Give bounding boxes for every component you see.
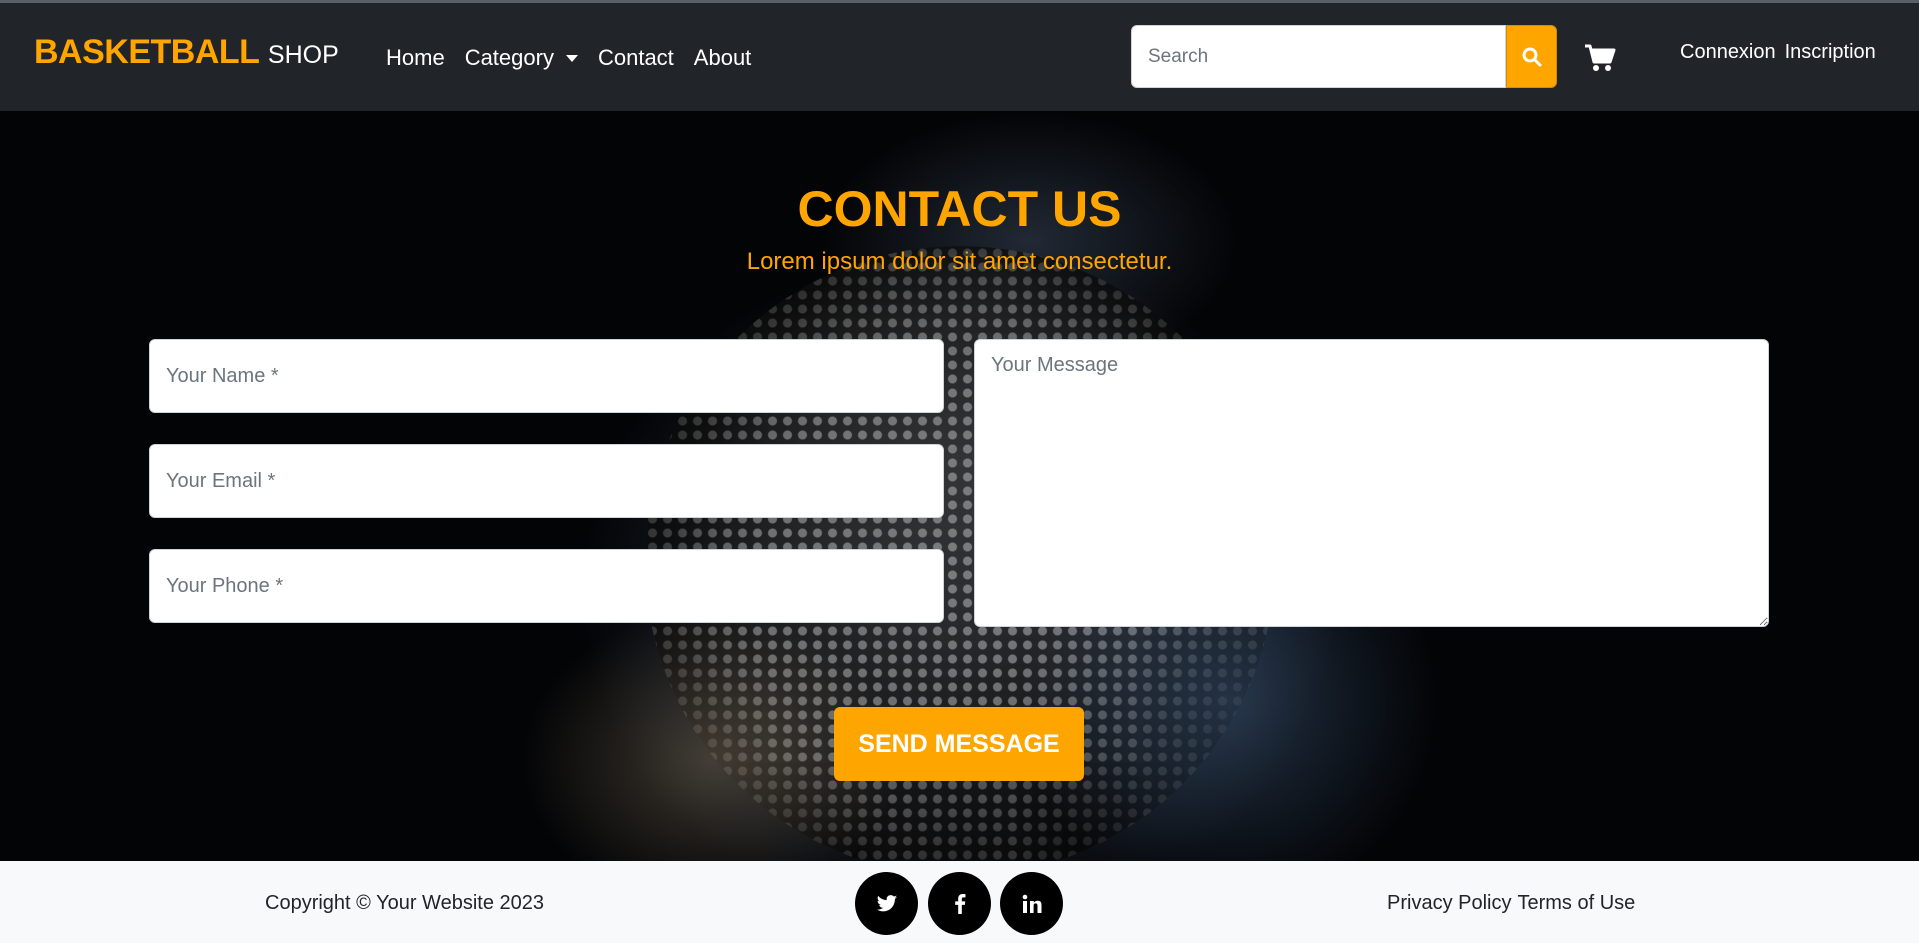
page-subtitle: Lorem ipsum dolor sit amet consectetur. — [746, 248, 1173, 275]
login-link[interactable]: Connexion — [1680, 41, 1776, 64]
phone-field[interactable] — [149, 549, 944, 623]
copyright-text: Copyright © Your Website 2023 — [265, 892, 544, 914]
linkedin-button[interactable] — [1000, 872, 1063, 935]
brand-sub: SHOP — [267, 41, 339, 69]
main-nav: Home Category Contact About — [386, 45, 771, 71]
nav-category-dropdown[interactable]: Category — [465, 45, 578, 71]
linkedin-icon — [1022, 894, 1041, 913]
legal-links: Privacy Policy Terms of Use — [1387, 892, 1641, 915]
cart-icon[interactable] — [1584, 43, 1616, 73]
page-title: CONTACT US — [797, 181, 1122, 237]
facebook-icon — [954, 893, 965, 914]
facebook-button[interactable] — [928, 872, 991, 935]
twitter-button[interactable] — [855, 872, 918, 935]
send-message-button[interactable]: SEND MESSAGE — [834, 707, 1084, 781]
search-button[interactable] — [1506, 25, 1557, 88]
search-input[interactable] — [1131, 25, 1506, 88]
register-link[interactable]: Inscription — [1785, 41, 1876, 64]
email-field[interactable] — [149, 444, 944, 518]
terms-of-use-link[interactable]: Terms of Use — [1517, 892, 1635, 915]
nav-about[interactable]: About — [694, 45, 752, 71]
nav-home[interactable]: Home — [386, 45, 445, 71]
navbar: BASKETBALL SHOP Home Category Contact Ab… — [0, 3, 1919, 111]
brand-logo[interactable]: BASKETBALL SHOP — [34, 33, 339, 72]
name-field[interactable] — [149, 339, 944, 413]
twitter-icon — [876, 894, 897, 911]
nav-contact[interactable]: Contact — [598, 45, 674, 71]
nav-category-label: Category — [464, 45, 554, 70]
privacy-policy-link[interactable]: Privacy Policy — [1387, 892, 1511, 915]
caret-down-icon — [565, 54, 578, 62]
message-field[interactable] — [974, 339, 1769, 627]
brand-main: BASKETBALL — [34, 33, 260, 71]
search-icon — [1522, 47, 1541, 66]
footer: Copyright © Your Website 2023 Privacy Po… — [0, 861, 1919, 943]
auth-links: Connexion Inscription — [1680, 41, 1885, 64]
